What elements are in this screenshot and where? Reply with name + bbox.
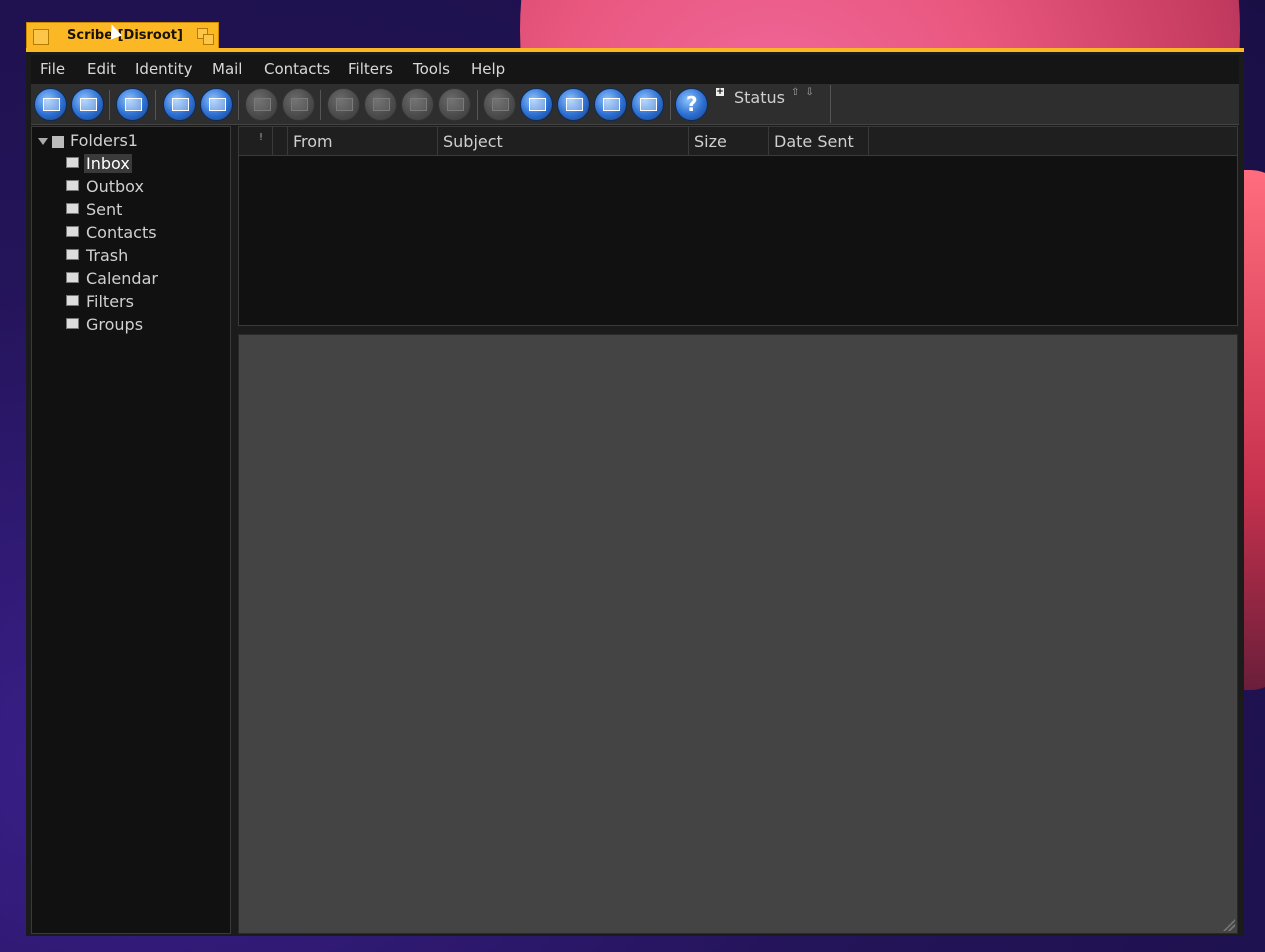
menu-mail[interactable]: Mail — [212, 60, 242, 78]
toolbar-separator — [238, 90, 239, 120]
status-sort-arrows-icon[interactable]: ⇧⇩ — [791, 87, 820, 98]
address-book-icon[interactable] — [71, 88, 104, 121]
delete-spam-icon[interactable] — [282, 88, 315, 121]
window-title: Scribe [Disroot] — [67, 28, 183, 43]
column-date-sent[interactable]: Date Sent — [769, 127, 869, 155]
message-list-header: ! From Subject Size Date Sent — [239, 127, 1237, 156]
toolbar: ? + Status ⇧⇩ — [31, 84, 1239, 125]
column-subject[interactable]: Subject — [438, 127, 689, 155]
maximize-icon[interactable] — [197, 28, 214, 45]
folder-tree: Folders1 Inbox Outbox Sent Contacts Tras… — [31, 126, 231, 934]
help-icon[interactable]: ? — [675, 88, 708, 121]
resize-grip-icon[interactable] — [1223, 919, 1235, 931]
inbox-icon — [66, 157, 79, 168]
delete-icon[interactable] — [245, 88, 278, 121]
calendar-icon[interactable] — [520, 88, 553, 121]
menu-contacts[interactable]: Contacts — [264, 60, 330, 78]
trash-icon — [66, 249, 79, 260]
expand-plus-icon[interactable]: + — [716, 88, 724, 97]
outbox-icon — [66, 180, 79, 191]
groups-icon — [66, 318, 79, 329]
filters-icon — [66, 295, 79, 306]
toolbar-separator — [477, 90, 478, 120]
forward-icon[interactable] — [401, 88, 434, 121]
folder-label: Calendar — [86, 269, 158, 288]
menu-identity[interactable]: Identity — [135, 60, 193, 78]
menu-edit[interactable]: Edit — [87, 60, 116, 78]
notes-icon[interactable] — [631, 88, 664, 121]
folder-label: Outbox — [86, 177, 144, 196]
folder-label: Inbox — [84, 154, 132, 173]
folder-label: Filters — [86, 292, 134, 311]
column-flag-icon[interactable] — [273, 127, 288, 155]
toolbar-separator — [670, 90, 671, 120]
tree-root-folders1[interactable]: Folders1 — [38, 131, 138, 150]
message-preview-pane[interactable] — [238, 334, 1238, 934]
menu-filters[interactable]: Filters — [348, 60, 393, 78]
column-size[interactable]: Size — [689, 127, 769, 155]
status-panel: + Status ⇧⇩ — [713, 85, 831, 123]
column-priority[interactable]: ! — [239, 127, 273, 155]
bounce-icon[interactable] — [438, 88, 471, 121]
reply-all-icon[interactable] — [364, 88, 397, 121]
receive-mail-icon[interactable] — [163, 88, 196, 121]
tree-root-label: Folders1 — [70, 131, 138, 150]
folder-label: Trash — [86, 246, 129, 265]
preview-mail-icon[interactable] — [200, 88, 233, 121]
status-label: Status — [734, 88, 785, 107]
new-mail-icon[interactable] — [34, 88, 67, 121]
menu-bar: File Edit Identity Mail Contacts Filters… — [31, 55, 1239, 84]
contacts-icon — [66, 226, 79, 237]
folder-label: Groups — [86, 315, 144, 334]
toolbar-separator — [109, 90, 110, 120]
mail-store-icon — [52, 135, 64, 148]
toolbar-separator — [320, 90, 321, 120]
scribe-window: File Edit Identity Mail Contacts Filters… — [26, 48, 1244, 936]
window-menu-icon[interactable] — [33, 29, 49, 45]
menu-help[interactable]: Help — [471, 60, 505, 78]
print-icon[interactable] — [594, 88, 627, 121]
sent-icon — [66, 203, 79, 214]
toolbar-separator — [155, 90, 156, 120]
folder-label: Contacts — [86, 223, 157, 242]
menu-tools[interactable]: Tools — [413, 60, 450, 78]
reply-icon[interactable] — [327, 88, 360, 121]
new-identity-icon[interactable] — [116, 88, 149, 121]
archive-icon[interactable] — [483, 88, 516, 121]
window-title-tab[interactable]: Scribe [Disroot] — [26, 22, 219, 49]
calendar-folder-icon — [66, 272, 79, 283]
search-icon[interactable] — [557, 88, 590, 121]
menu-file[interactable]: File — [40, 60, 65, 78]
collapse-arrow-icon[interactable] — [38, 138, 48, 145]
message-list[interactable]: ! From Subject Size Date Sent — [238, 126, 1238, 326]
column-from[interactable]: From — [288, 127, 438, 155]
folder-label: Sent — [86, 200, 123, 219]
